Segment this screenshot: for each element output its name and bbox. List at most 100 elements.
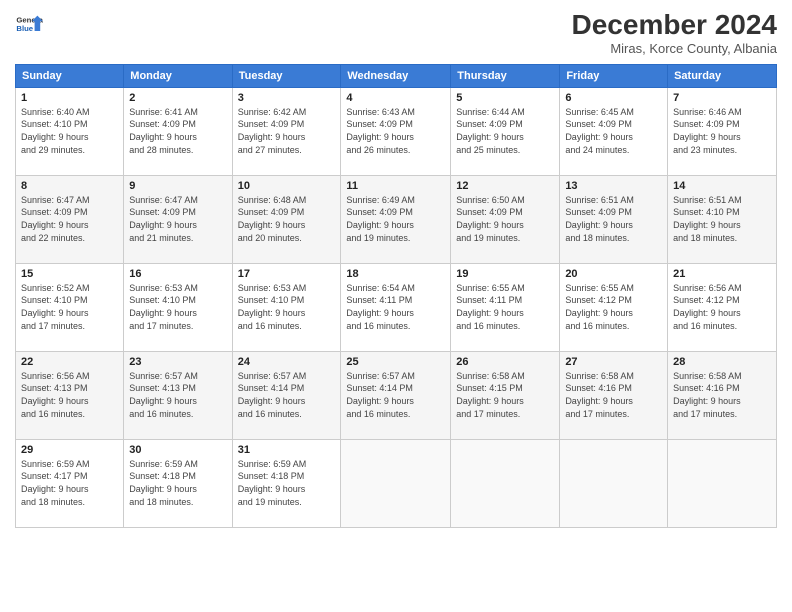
day-number: 6 <box>565 92 662 104</box>
day-info: Sunrise: 6:51 AM Sunset: 4:09 PM Dayligh… <box>565 194 662 244</box>
day-number: 26 <box>456 356 554 368</box>
calendar-day-cell: 10Sunrise: 6:48 AM Sunset: 4:09 PM Dayli… <box>232 175 341 263</box>
day-number: 24 <box>238 356 336 368</box>
day-of-week-header: Thursday <box>451 64 560 87</box>
calendar-day-cell: 24 Sunrise: 6:57 AM Sunset: 4:14 PM Dayli… <box>232 351 341 439</box>
day-info: Sunrise: 6:58 AM Sunset: 4:16 PM Dayligh… <box>673 370 771 420</box>
day-info: Sunrise: 6:45 AM Sunset: 4:09 PM Dayligh… <box>565 106 662 156</box>
day-info: Sunrise: 6:43 AM Sunset: 4:09 PM Dayligh… <box>346 106 445 156</box>
calendar-day-cell: 8 Sunrise: 6:47 AM Sunset: 4:09 PM Daylig… <box>16 175 124 263</box>
day-of-week-header: Tuesday <box>232 64 341 87</box>
day-number: 29 <box>21 444 118 456</box>
day-info: Sunrise: 6:46 AM Sunset: 4:09 PM Dayligh… <box>673 106 771 156</box>
calendar-table: SundayMondayTuesdayWednesdayThursdayFrid… <box>15 64 777 528</box>
day-info: Sunrise: 6:52 AM Sunset: 4:10 PM Dayligh… <box>21 282 118 332</box>
calendar-week-row: 15 Sunrise: 6:52 AM Sunset: 4:10 PM Dayli… <box>16 263 777 351</box>
calendar-day-cell: 1Sunrise: 6:40 AM Sunset: 4:10 PM Daylig… <box>16 87 124 175</box>
day-number: 11 <box>346 180 445 192</box>
calendar-day-cell: 9Sunrise: 6:47 AM Sunset: 4:09 PM Daylig… <box>124 175 232 263</box>
day-info: Sunrise: 6:50 AM Sunset: 4:09 PM Dayligh… <box>456 194 554 244</box>
day-info: Sunrise: 6:51 AM Sunset: 4:10 PM Dayligh… <box>673 194 771 244</box>
calendar-day-cell: 20Sunrise: 6:55 AM Sunset: 4:12 PM Dayli… <box>560 263 668 351</box>
day-info: Sunrise: 6:55 AM Sunset: 4:11 PM Dayligh… <box>456 282 554 332</box>
calendar-day-cell <box>668 439 777 527</box>
day-number: 31 <box>238 444 336 456</box>
calendar-day-cell: 14 Sunrise: 6:51 AM Sunset: 4:10 PM Dayli… <box>668 175 777 263</box>
day-info: Sunrise: 6:56 AM Sunset: 4:12 PM Dayligh… <box>673 282 771 332</box>
calendar-day-cell: 15 Sunrise: 6:52 AM Sunset: 4:10 PM Dayli… <box>16 263 124 351</box>
calendar-day-cell: 7Sunrise: 6:46 AM Sunset: 4:09 PM Daylig… <box>668 87 777 175</box>
day-number: 9 <box>129 180 226 192</box>
calendar-day-cell: 13 Sunrise: 6:51 AM Sunset: 4:09 PM Dayli… <box>560 175 668 263</box>
day-info: Sunrise: 6:59 AM Sunset: 4:18 PM Dayligh… <box>238 458 336 508</box>
calendar-day-cell: 31 Sunrise: 6:59 AM Sunset: 4:18 PM Dayli… <box>232 439 341 527</box>
day-info: Sunrise: 6:53 AM Sunset: 4:10 PM Dayligh… <box>129 282 226 332</box>
calendar-day-cell: 22 Sunrise: 6:56 AM Sunset: 4:13 PM Dayli… <box>16 351 124 439</box>
day-info: Sunrise: 6:54 AM Sunset: 4:11 PM Dayligh… <box>346 282 445 332</box>
calendar-day-cell: 30 Sunrise: 6:59 AM Sunset: 4:18 PM Dayli… <box>124 439 232 527</box>
calendar-day-cell: 27Sunrise: 6:58 AM Sunset: 4:16 PM Dayli… <box>560 351 668 439</box>
day-of-week-header: Monday <box>124 64 232 87</box>
calendar-week-row: 1Sunrise: 6:40 AM Sunset: 4:10 PM Daylig… <box>16 87 777 175</box>
calendar-day-cell: 17Sunrise: 6:53 AM Sunset: 4:10 PM Dayli… <box>232 263 341 351</box>
day-info: Sunrise: 6:59 AM Sunset: 4:17 PM Dayligh… <box>21 458 118 508</box>
calendar-day-cell: 2Sunrise: 6:41 AM Sunset: 4:09 PM Daylig… <box>124 87 232 175</box>
day-number: 18 <box>346 268 445 280</box>
page-header: General Blue December 2024 Miras, Korce … <box>15 10 777 56</box>
day-number: 27 <box>565 356 662 368</box>
day-number: 15 <box>21 268 118 280</box>
location-subtitle: Miras, Korce County, Albania <box>572 41 777 56</box>
day-info: Sunrise: 6:53 AM Sunset: 4:10 PM Dayligh… <box>238 282 336 332</box>
calendar-day-cell: 16 Sunrise: 6:53 AM Sunset: 4:10 PM Dayli… <box>124 263 232 351</box>
calendar-day-cell <box>341 439 451 527</box>
calendar-day-cell <box>560 439 668 527</box>
calendar-day-cell: 6 Sunrise: 6:45 AM Sunset: 4:09 PM Daylig… <box>560 87 668 175</box>
day-number: 23 <box>129 356 226 368</box>
day-number: 2 <box>129 92 226 104</box>
logo-icon: General Blue <box>15 10 43 38</box>
day-info: Sunrise: 6:58 AM Sunset: 4:15 PM Dayligh… <box>456 370 554 420</box>
day-number: 25 <box>346 356 445 368</box>
day-info: Sunrise: 6:48 AM Sunset: 4:09 PM Dayligh… <box>238 194 336 244</box>
day-of-week-header: Wednesday <box>341 64 451 87</box>
day-info: Sunrise: 6:56 AM Sunset: 4:13 PM Dayligh… <box>21 370 118 420</box>
calendar-day-cell: 29 Sunrise: 6:59 AM Sunset: 4:17 PM Dayli… <box>16 439 124 527</box>
calendar-day-cell <box>451 439 560 527</box>
day-of-week-header: Friday <box>560 64 668 87</box>
svg-text:Blue: Blue <box>16 24 33 33</box>
day-number: 30 <box>129 444 226 456</box>
day-number: 21 <box>673 268 771 280</box>
calendar-day-cell: 11 Sunrise: 6:49 AM Sunset: 4:09 PM Dayli… <box>341 175 451 263</box>
day-info: Sunrise: 6:57 AM Sunset: 4:13 PM Dayligh… <box>129 370 226 420</box>
day-info: Sunrise: 6:57 AM Sunset: 4:14 PM Dayligh… <box>346 370 445 420</box>
day-number: 22 <box>21 356 118 368</box>
day-info: Sunrise: 6:55 AM Sunset: 4:12 PM Dayligh… <box>565 282 662 332</box>
day-info: Sunrise: 6:49 AM Sunset: 4:09 PM Dayligh… <box>346 194 445 244</box>
calendar-day-cell: 18 Sunrise: 6:54 AM Sunset: 4:11 PM Dayli… <box>341 263 451 351</box>
calendar-day-cell: 3Sunrise: 6:42 AM Sunset: 4:09 PM Daylig… <box>232 87 341 175</box>
calendar-day-cell: 4 Sunrise: 6:43 AM Sunset: 4:09 PM Daylig… <box>341 87 451 175</box>
logo: General Blue <box>15 10 43 38</box>
day-number: 13 <box>565 180 662 192</box>
day-of-week-header: Sunday <box>16 64 124 87</box>
day-info: Sunrise: 6:44 AM Sunset: 4:09 PM Dayligh… <box>456 106 554 156</box>
day-info: Sunrise: 6:59 AM Sunset: 4:18 PM Dayligh… <box>129 458 226 508</box>
day-number: 4 <box>346 92 445 104</box>
day-number: 28 <box>673 356 771 368</box>
day-number: 14 <box>673 180 771 192</box>
day-number: 3 <box>238 92 336 104</box>
day-info: Sunrise: 6:47 AM Sunset: 4:09 PM Dayligh… <box>21 194 118 244</box>
day-number: 8 <box>21 180 118 192</box>
calendar-day-cell: 12 Sunrise: 6:50 AM Sunset: 4:09 PM Dayli… <box>451 175 560 263</box>
calendar-week-row: 8 Sunrise: 6:47 AM Sunset: 4:09 PM Daylig… <box>16 175 777 263</box>
calendar-header-row: SundayMondayTuesdayWednesdayThursdayFrid… <box>16 64 777 87</box>
calendar-day-cell: 25 Sunrise: 6:57 AM Sunset: 4:14 PM Dayli… <box>341 351 451 439</box>
page-container: General Blue December 2024 Miras, Korce … <box>0 0 792 612</box>
day-number: 12 <box>456 180 554 192</box>
day-info: Sunrise: 6:57 AM Sunset: 4:14 PM Dayligh… <box>238 370 336 420</box>
calendar-day-cell: 21 Sunrise: 6:56 AM Sunset: 4:12 PM Dayli… <box>668 263 777 351</box>
day-of-week-header: Saturday <box>668 64 777 87</box>
title-area: December 2024 Miras, Korce County, Alban… <box>572 10 777 56</box>
day-number: 16 <box>129 268 226 280</box>
day-number: 5 <box>456 92 554 104</box>
